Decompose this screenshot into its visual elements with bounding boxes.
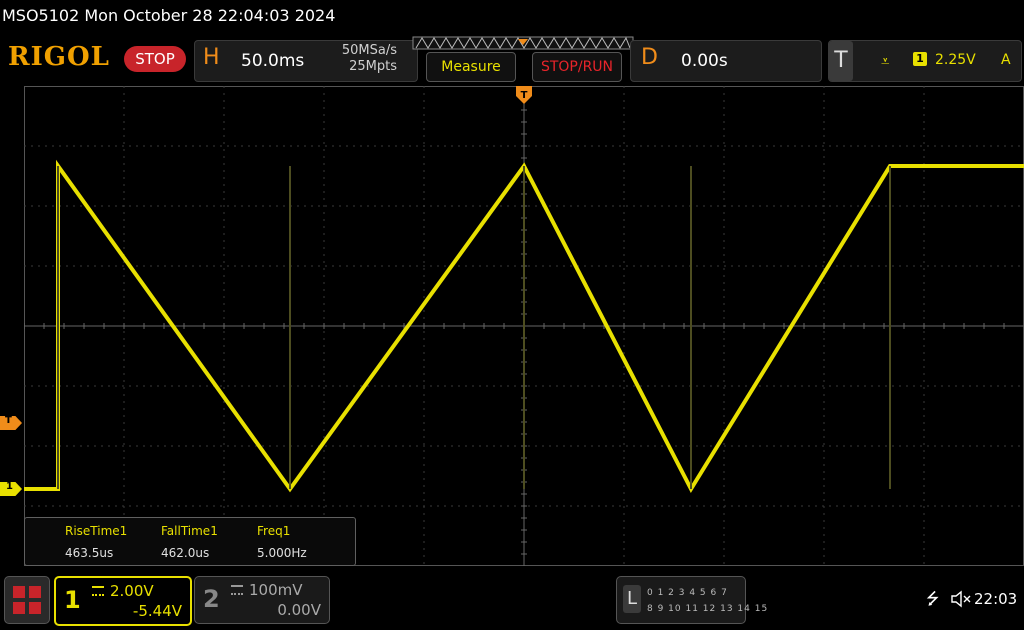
logic-analyzer-panel[interactable]: L 0 1 2 3 4 5 6 7 8 9 10 11 12 13 14 15	[616, 576, 767, 624]
trigger-level: 2.25V	[935, 52, 976, 68]
bottom-bar: 1 2.00V -5.44V 2 100mV 0.00V L 0 1 2 3 4…	[0, 572, 1024, 630]
trigger-level-marker: T	[0, 416, 22, 430]
measure-value-rise: 463.5us	[65, 546, 114, 560]
sample-rate: 50MSa/s	[341, 43, 397, 58]
logic-channels-row2: 8 9 10 11 12 13 14 15	[647, 604, 769, 614]
rigol-logo: RIGOL	[8, 42, 110, 72]
dc-coupling-icon	[92, 586, 104, 596]
trigger-letter: T	[829, 41, 853, 81]
graticule	[24, 86, 1024, 566]
delay-panel[interactable]: D 0.00s	[630, 40, 822, 82]
logic-letter: L	[623, 585, 641, 613]
measure-name-fall: FallTime1	[161, 524, 218, 538]
channel2-number: 2	[203, 585, 220, 613]
menu-grid-icon	[13, 586, 41, 614]
channel2-offset: 0.00V	[277, 601, 321, 619]
measurement-panel[interactable]: RiseTime1 FallTime1 Freq1 463.5us 462.0u…	[24, 517, 356, 566]
measure-value-freq: 5.000Hz	[257, 546, 307, 560]
channel2-panel[interactable]: 2 100mV 0.00V	[194, 576, 330, 624]
channel1-ground-marker: 1	[0, 482, 22, 496]
trigger-panel[interactable]: T ⩡ 1 2.25V A	[828, 40, 1022, 82]
dc-coupling-icon	[231, 585, 243, 595]
speaker-muted-icon[interactable]	[950, 590, 972, 608]
top-toolbar: RIGOL STOP H 50.0ms 50MSa/s 25Mpts Measu…	[0, 32, 1024, 86]
waveform-display[interactable]	[24, 86, 1024, 566]
waveform-overview-icon	[412, 36, 634, 50]
trigger-position-marker: T	[516, 86, 532, 104]
trigger-source: 1	[913, 52, 927, 66]
trigger-mode: A	[1001, 52, 1011, 68]
memory-depth: 25Mpts	[349, 59, 397, 74]
run-state-badge[interactable]: STOP	[124, 46, 186, 72]
svg-text:T: T	[521, 90, 528, 101]
timebase-value: 50.0ms	[241, 51, 305, 71]
channel1-scale: 2.00V	[110, 582, 154, 600]
measure-button[interactable]: Measure	[426, 52, 516, 82]
horizontal-panel[interactable]: H 50.0ms 50MSa/s 25Mpts	[194, 40, 418, 82]
measure-name-rise: RiseTime1	[65, 524, 128, 538]
device-datetime: MSO5102 Mon October 28 22:04:03 2024	[2, 6, 336, 25]
channel1-panel[interactable]: 1 2.00V -5.44V	[54, 576, 192, 626]
measure-value-fall: 462.0us	[161, 546, 210, 560]
measure-name-freq: Freq1	[257, 524, 291, 538]
rising-edge-icon: ⩡	[881, 52, 890, 70]
logic-channels-row1: 0 1 2 3 4 5 6 7	[647, 588, 728, 598]
status-clock: 22:03	[974, 590, 1018, 608]
usb-icon: ⭍	[926, 589, 940, 608]
horizontal-letter: H	[203, 45, 220, 70]
channel2-scale: 100mV	[249, 581, 303, 599]
title-bar: MSO5102 Mon October 28 22:04:03 2024	[0, 0, 1024, 32]
stop-run-button[interactable]: STOP/RUN	[532, 52, 622, 82]
delay-letter: D	[641, 45, 658, 70]
main-menu-button[interactable]	[4, 576, 50, 624]
channel1-offset: -5.44V	[132, 602, 182, 620]
delay-value: 0.00s	[681, 51, 728, 71]
channel1-number: 1	[64, 586, 81, 614]
